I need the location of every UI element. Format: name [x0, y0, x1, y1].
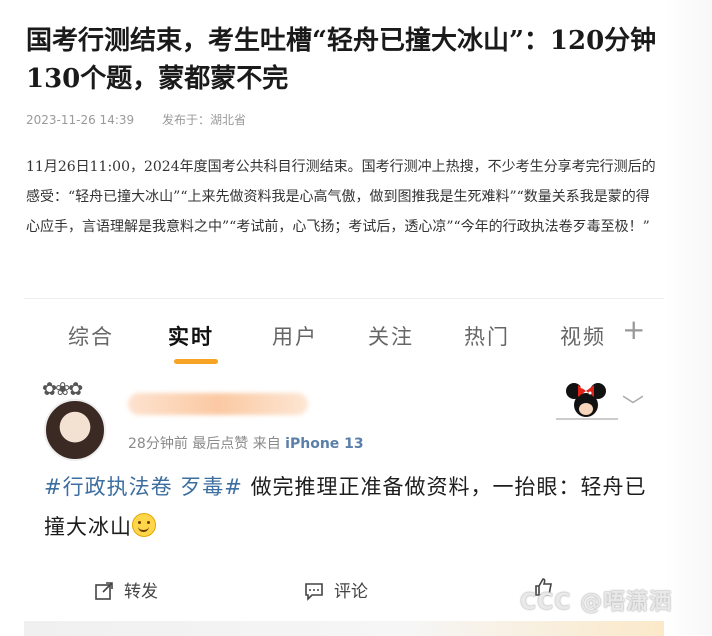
article: 国考行测结束，考生吐槽“轻舟已撞大冰山”：120分钟130个题，蒙都蒙不完 20… [0, 0, 712, 290]
repost-label: 转发 [124, 582, 158, 602]
avatar[interactable]: ✿❀✿ [42, 379, 108, 461]
tab-realtime[interactable]: 实时 [168, 321, 214, 351]
page-edge-shadow [664, 0, 712, 635]
comment-button[interactable]: 评论 [304, 577, 368, 602]
minnie-mouse-sticker-icon [556, 383, 618, 420]
add-tab-icon[interactable]: + [622, 313, 645, 346]
active-tab-indicator [174, 359, 218, 364]
comment-label: 评论 [334, 582, 368, 602]
chevron-down-icon[interactable]: ﹀ [622, 389, 644, 421]
publish-date: 2023-11-26 14:39 [26, 113, 135, 127]
post-content: #行政执法卷 歹毒# 做完推理正准备做资料，一抬眼：轻舟已撞大冰山 [44, 467, 654, 547]
tab-video[interactable]: 视频 [560, 321, 606, 351]
watermark: CCC @唔潇洒 [520, 590, 673, 615]
article-body: 11月26日11:00，2024年度国考公共科目行测结束。国考行测冲上热搜，不少… [26, 159, 656, 235]
post-device: iPhone 13 [285, 436, 364, 452]
comment-icon [305, 583, 323, 601]
avatar-decoration-icon: ✿❀✿ [42, 379, 83, 400]
tab-general[interactable]: 综合 [68, 321, 114, 351]
publish-source: 发布于：湖北省 [161, 113, 246, 127]
hashtag-link[interactable]: #行政执法卷 歹毒# [44, 475, 243, 499]
avatar-photo [44, 399, 106, 461]
username-blurred[interactable] [128, 393, 308, 415]
repost-icon [95, 582, 113, 600]
post-time: 28分钟前 最后点赞 来自 [128, 436, 281, 452]
smile-emoji-icon [132, 513, 156, 537]
next-post-edge [24, 621, 664, 636]
repost-button[interactable]: 转发 [94, 577, 158, 602]
tab-hot[interactable]: 热门 [464, 321, 510, 351]
tab-users[interactable]: 用户 [272, 321, 318, 351]
post-meta: 28分钟前 最后点赞 来自 iPhone 13 [128, 433, 364, 453]
article-meta: 2023-11-26 14:39 发布于：湖北省 [26, 111, 270, 128]
article-title: 国考行测结束，考生吐槽“轻舟已撞大冰山”：120分钟130个题，蒙都蒙不完 [26, 26, 657, 94]
tab-following[interactable]: 关注 [368, 321, 414, 351]
tab-bar: 综合 实时 用户 关注 热门 视频 + [24, 299, 664, 371]
